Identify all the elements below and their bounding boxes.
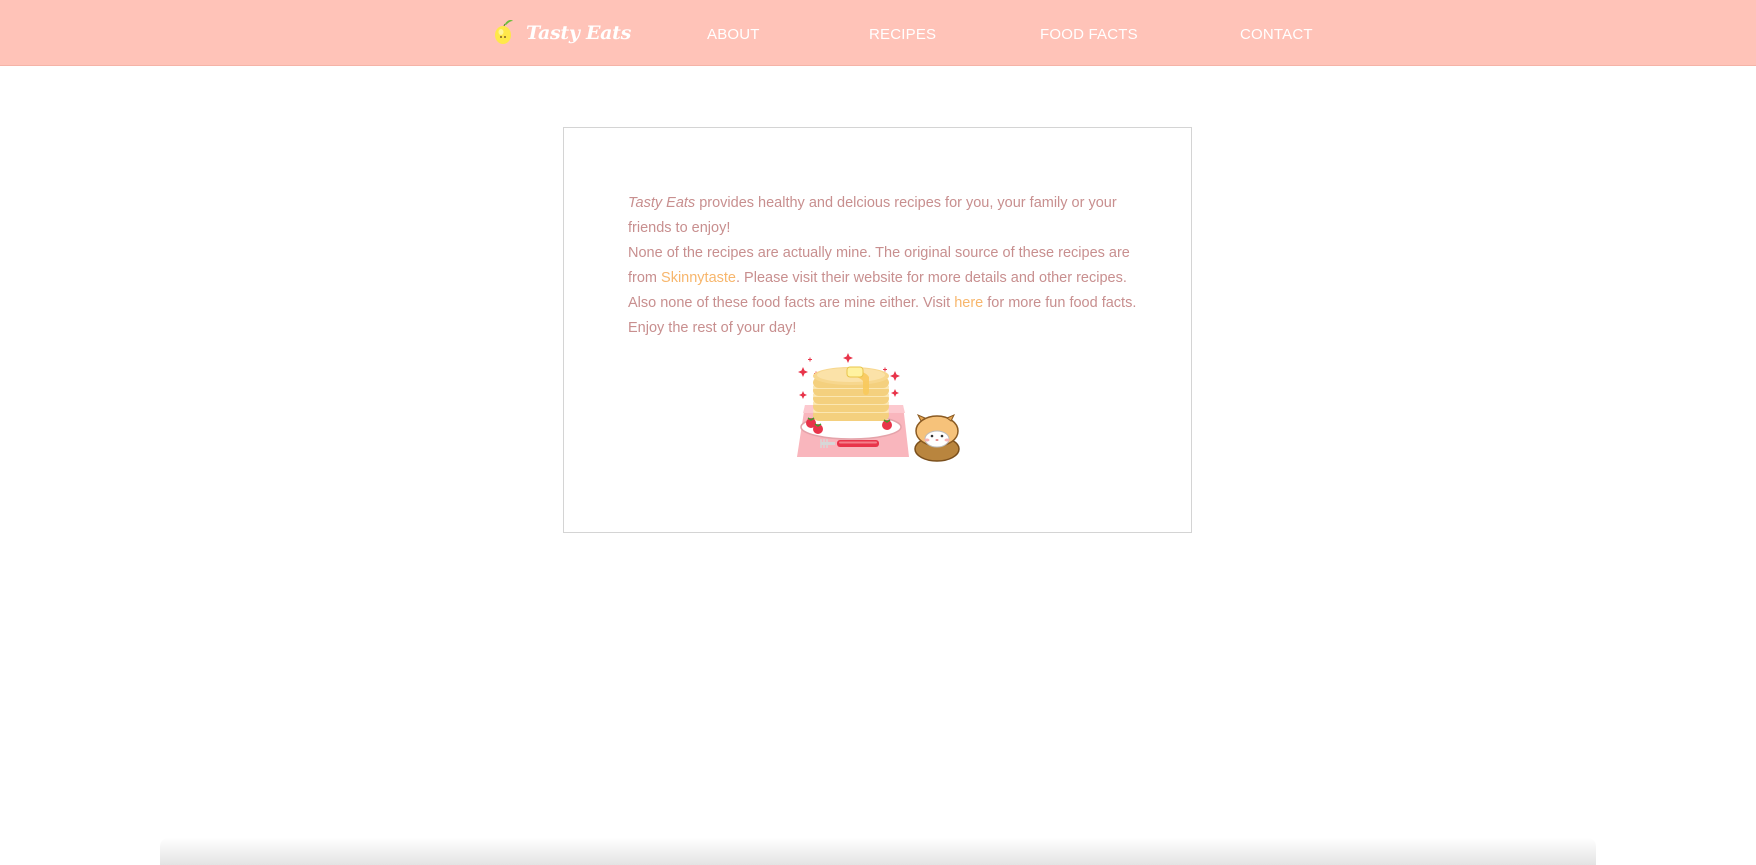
about-card: Tasty Eats provides healthy and delcious… [563, 127, 1192, 533]
nav-recipes[interactable]: RECIPES [869, 26, 936, 43]
intro-text: provides healthy and delcious recipes fo… [628, 195, 1117, 236]
footer-strip [160, 838, 1596, 865]
lemon-icon [495, 20, 513, 44]
pancake-stack-illustration [797, 353, 960, 462]
skinnytaste-link[interactable]: Skinnytaste [661, 270, 736, 286]
brand-name: Tasty Eats [526, 22, 632, 44]
nav-about[interactable]: ABOUT [707, 26, 760, 43]
about-intro: Tasty Eats provides healthy and delcious… [628, 191, 1148, 241]
pancake-stack [813, 366, 889, 421]
brand-logo-link[interactable]: Tasty Eats [492, 16, 631, 50]
about-credits: None of the recipes are actually mine. T… [628, 241, 1148, 341]
top-nav-bar: Tasty Eats ABOUT RECIPES FOOD FACTS CONT… [0, 0, 1756, 66]
about-text: Tasty Eats provides healthy and delcious… [628, 191, 1148, 341]
hamster-icon [914, 414, 960, 462]
nav-food-facts[interactable]: FOOD FACTS [1040, 26, 1138, 43]
food-facts-link[interactable]: here [954, 295, 983, 311]
nav-contact[interactable]: CONTACT [1240, 26, 1313, 43]
brand-inline: Tasty Eats [628, 195, 696, 211]
